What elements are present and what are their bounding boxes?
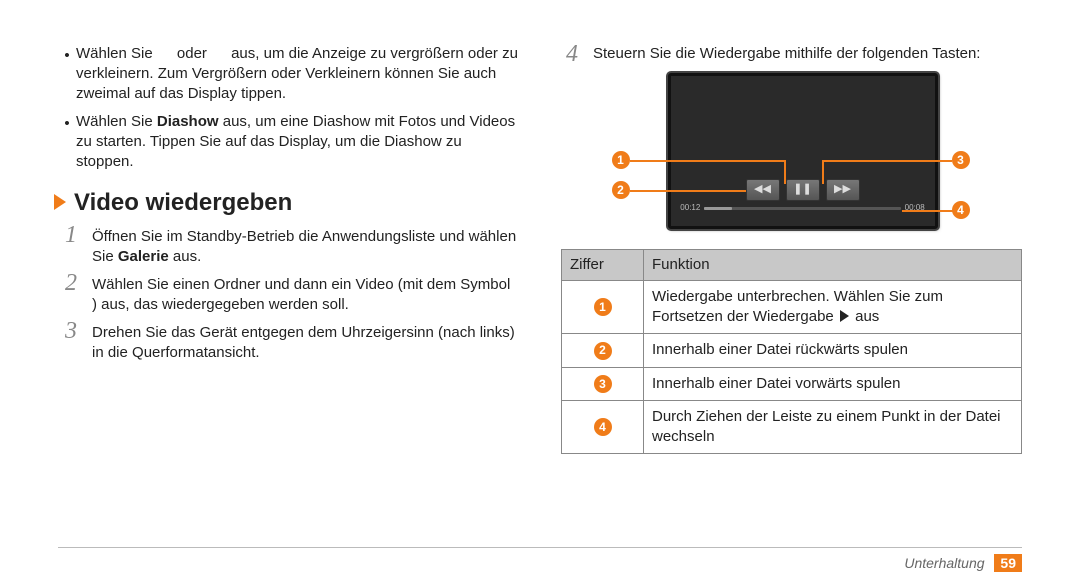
bold-txt: Diashow <box>157 113 219 130</box>
video-player-screenshot: ◀◀ ❚❚ ▶▶ 00:12 00:08 <box>668 73 938 229</box>
pause-button[interactable]: ❚❚ <box>786 179 820 201</box>
txt: aus <box>851 308 879 325</box>
th-ziffer: Ziffer <box>562 250 644 281</box>
callout-3: 3 <box>952 151 970 169</box>
bullet-item: • Wählen Sie oder aus, um die Anzeige zu… <box>58 42 519 104</box>
table-row: 2 Innerhalb einer Datei rückwärts spulen <box>562 334 1022 367</box>
callout-1: 1 <box>612 151 630 169</box>
step-number: 4 <box>561 42 583 67</box>
step-text: Steuern Sie die Wiedergabe mithilfe der … <box>593 42 1022 67</box>
txt: Wählen Sie <box>76 45 153 62</box>
bullet-item: • Wählen Sie Diashow aus, um eine Diasho… <box>58 110 519 172</box>
txt: oder <box>177 45 207 62</box>
left-column: • Wählen Sie oder aus, um die Anzeige zu… <box>58 42 519 547</box>
player-buttons: ◀◀ ❚❚ ▶▶ <box>746 179 860 201</box>
bullet-dot: • <box>58 44 76 104</box>
cell-ziffer: 3 <box>562 367 644 400</box>
forward-button[interactable]: ▶▶ <box>826 179 860 201</box>
cell-ziffer: 1 <box>562 281 644 334</box>
cell-funktion: Innerhalb einer Datei rückwärts spulen <box>644 334 1022 367</box>
bold-txt: Galerie <box>118 248 169 265</box>
ziffer-badge: 3 <box>594 375 612 393</box>
play-icon <box>840 310 849 322</box>
cell-ziffer: 4 <box>562 400 644 453</box>
step-number: 3 <box>60 319 82 363</box>
callout-2: 2 <box>612 181 630 199</box>
callout-lead <box>630 190 746 192</box>
step-item: 1 Öffnen Sie im Standby-Betrieb die Anwe… <box>60 223 519 267</box>
callout-lead <box>630 160 784 162</box>
bullet-dot: • <box>58 112 76 172</box>
table-header-row: Ziffer Funktion <box>562 250 1022 281</box>
step-item: 4 Steuern Sie die Wiedergabe mithilfe de… <box>561 42 1022 67</box>
section-title: Video wiedergeben <box>74 187 292 219</box>
txt: Wiedergabe unterbrechen. Wählen Sie zum … <box>652 288 943 325</box>
chevron-right-icon <box>54 194 66 210</box>
callout-lead <box>902 210 954 212</box>
page-columns: • Wählen Sie oder aus, um die Anzeige zu… <box>58 42 1022 547</box>
th-funktion: Funktion <box>644 250 1022 281</box>
page-number: 59 <box>994 554 1022 572</box>
callout-lead <box>822 160 952 162</box>
progress-done <box>704 207 731 210</box>
player-figure: 1 2 3 4 ◀◀ ❚❚ ▶▶ 00:12 <box>612 73 972 229</box>
rewind-button[interactable]: ◀◀ <box>746 179 780 201</box>
time-elapsed: 00:12 <box>680 203 700 214</box>
forward-icon: ▶▶ <box>834 182 851 197</box>
rewind-icon: ◀◀ <box>754 182 771 197</box>
callout-lead <box>784 160 786 184</box>
cell-funktion: Innerhalb einer Datei vorwärts spulen <box>644 367 1022 400</box>
ziffer-badge: 4 <box>594 418 612 436</box>
txt: Wählen Sie <box>76 113 157 130</box>
step-item: 2 Wählen Sie einen Ordner und dann ein V… <box>60 271 519 315</box>
progress-bar[interactable] <box>704 207 900 210</box>
cell-funktion: Wiedergabe unterbrechen. Wählen Sie zum … <box>644 281 1022 334</box>
section-heading: Video wiedergeben <box>54 187 519 219</box>
ziffer-badge: 2 <box>594 342 612 360</box>
step-text: Öffnen Sie im Standby-Betrieb die Anwend… <box>92 223 519 267</box>
bullet-text: Wählen Sie oder aus, um die Anzeige zu v… <box>76 44 519 104</box>
pause-icon: ❚❚ <box>793 182 811 197</box>
page-footer: Unterhaltung 59 <box>58 547 1022 572</box>
table-row: 1 Wiedergabe unterbrechen. Wählen Sie zu… <box>562 281 1022 334</box>
progress-row: 00:12 00:08 <box>680 203 924 214</box>
step-item: 3 Drehen Sie das Gerät entgegen dem Uhrz… <box>60 319 519 363</box>
txt: aus. <box>169 248 202 265</box>
cell-ziffer: 2 <box>562 334 644 367</box>
callout-lead <box>822 160 824 184</box>
right-column: 4 Steuern Sie die Wiedergabe mithilfe de… <box>561 42 1022 547</box>
step-number: 2 <box>60 271 82 315</box>
cell-funktion: Durch Ziehen der Leiste zu einem Punkt i… <box>644 400 1022 453</box>
footer-section: Unterhaltung <box>904 555 984 571</box>
function-table: Ziffer Funktion 1 Wiedergabe unterbreche… <box>561 249 1022 454</box>
step-number: 1 <box>60 223 82 267</box>
step-text: Drehen Sie das Gerät entgegen dem Uhrzei… <box>92 319 519 363</box>
ziffer-badge: 1 <box>594 298 612 316</box>
table-row: 3 Innerhalb einer Datei vorwärts spulen <box>562 367 1022 400</box>
step-text: Wählen Sie einen Ordner und dann ein Vid… <box>92 271 519 315</box>
bullet-text: Wählen Sie Diashow aus, um eine Diashow … <box>76 112 519 172</box>
table-row: 4 Durch Ziehen der Leiste zu einem Punkt… <box>562 400 1022 453</box>
control-bar: ◀◀ ❚❚ ▶▶ 00:12 00:08 <box>673 176 933 216</box>
callout-4: 4 <box>952 201 970 219</box>
